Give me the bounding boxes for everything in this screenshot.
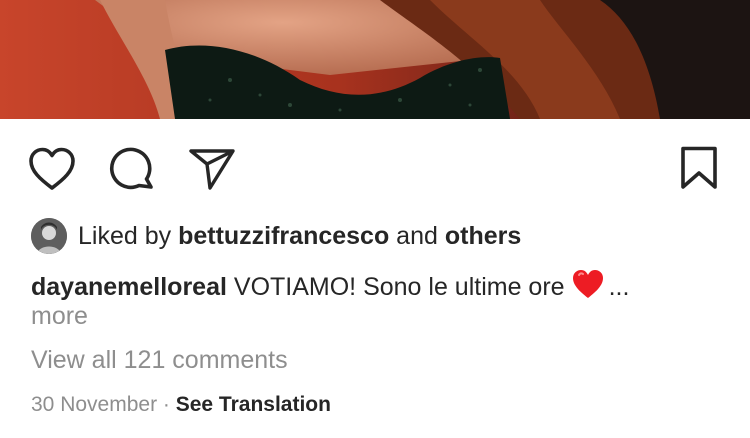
post-date: 30 November [31, 393, 158, 416]
caption-username-link[interactable]: dayanemelloreal [31, 273, 227, 301]
paper-plane-icon[interactable] [188, 147, 236, 191]
caption-text: VOTIAMO! Sono le ultime ore [233, 273, 565, 301]
post-image[interactable] [0, 0, 750, 119]
likes-joiner: and [389, 221, 445, 250]
likes-others-link[interactable]: others [445, 222, 521, 251]
view-all-comments-link[interactable]: View all 121 comments [31, 346, 288, 375]
liked-by-user-link[interactable]: bettuzzifrancesco [178, 222, 389, 251]
post-meta: 30 November · See Translation [31, 393, 331, 417]
post-action-bar [0, 119, 750, 215]
post-caption: dayanemelloreal VOTIAMO! Sono le ultime … [31, 268, 721, 309]
see-translation-link[interactable]: See Translation [176, 393, 331, 416]
meta-separator: · [157, 393, 176, 416]
caption-more-link[interactable]: more [31, 302, 88, 331]
likes-summary: Liked by bettuzzifrancesco and others [31, 218, 521, 254]
caption-ellipsis: ... [608, 273, 630, 301]
avatar[interactable] [31, 218, 67, 254]
likes-prefix: Liked by [78, 221, 179, 250]
heart-outline-icon[interactable] [28, 147, 76, 191]
bookmark-icon[interactable] [679, 146, 719, 190]
red-heart-emoji-icon [571, 268, 605, 309]
post-photo-graphic [0, 0, 750, 119]
comment-bubble-icon[interactable] [109, 146, 155, 192]
